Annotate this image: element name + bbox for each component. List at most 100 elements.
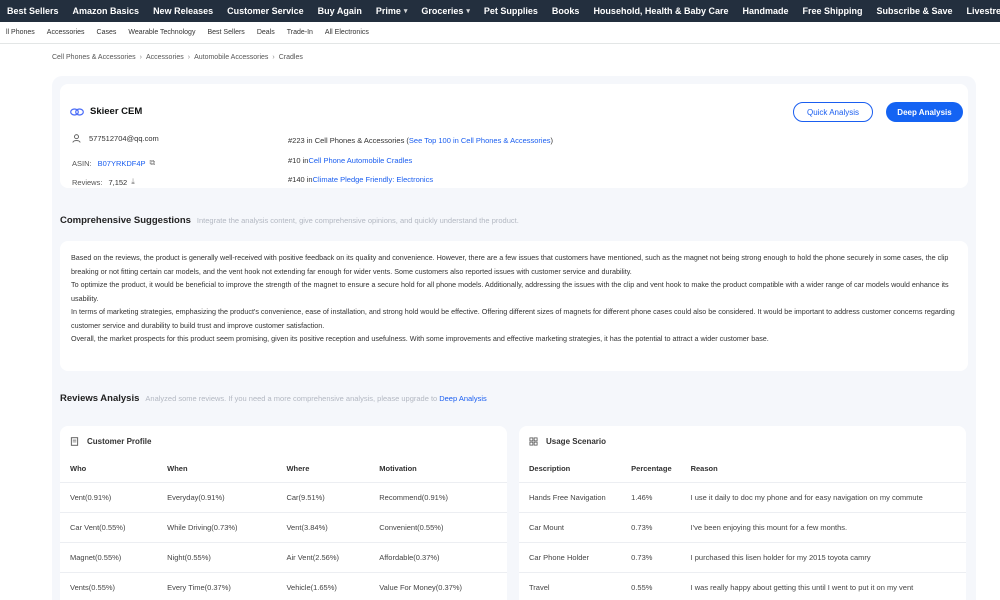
sub-nav-item[interactable]: Deals bbox=[251, 29, 281, 36]
chevron-down-icon: ▾ bbox=[466, 8, 470, 15]
table-cell: 0.73% bbox=[621, 541, 681, 572]
table-cell: Car Mount bbox=[519, 511, 622, 542]
reviews-count: 7,152 bbox=[108, 177, 128, 187]
sub-nav-item[interactable]: All Electronics bbox=[319, 29, 375, 36]
asin-link[interactable]: B07YRKDF4P bbox=[98, 159, 146, 168]
deep-analysis-link[interactable]: Deep Analysis bbox=[439, 394, 487, 403]
breadcrumb-item[interactable]: Cell Phones & Accessories bbox=[52, 54, 136, 61]
breadcrumb-separator: › bbox=[272, 54, 275, 61]
store-name[interactable]: Skieer CEM bbox=[90, 106, 142, 117]
reviews-label: Reviews: bbox=[72, 177, 103, 187]
nav-item-label: Free Shipping bbox=[802, 6, 863, 16]
rank-row-1: #223 in Cell Phones & Accessories ( See … bbox=[288, 136, 553, 145]
table-cell: While Driving(0.73%) bbox=[157, 511, 277, 542]
suggestion-paragraph: Overall, the market prospects for this p… bbox=[71, 334, 769, 343]
store-row: Skieer CEM bbox=[70, 106, 142, 117]
nav-item-label: Prime bbox=[375, 6, 401, 16]
breadcrumb: Cell Phones & Accessories › Accessories › Au… bbox=[52, 54, 303, 61]
reviews-row: Reviews: 7,152 ⤓ bbox=[72, 177, 135, 187]
analysis-panel: Skieer CEM Quick Analysis Deep Analysis … bbox=[52, 76, 976, 600]
column-header: Description bbox=[529, 464, 571, 474]
column-header: When bbox=[167, 464, 188, 474]
nav-item[interactable]: Books bbox=[545, 0, 587, 22]
sub-nav-item[interactable]: Accessories bbox=[41, 29, 91, 36]
deep-analysis-button[interactable]: Deep Analysis bbox=[886, 102, 963, 122]
breadcrumb-separator: › bbox=[139, 54, 142, 61]
sub-nav-item[interactable]: Wearable Technology bbox=[122, 29, 201, 36]
nav-item-label: New Releases bbox=[153, 6, 214, 16]
breadcrumb-item[interactable]: Cradles bbox=[279, 54, 303, 61]
customer-profile-card: Customer Profile Who When Where Motivation … bbox=[60, 426, 507, 600]
nav-item[interactable]: Free Shipping bbox=[795, 0, 869, 22]
chevron-down-icon: ▾ bbox=[403, 8, 408, 15]
table-row: Car Phone Holder 0.73% I purchased this li… bbox=[519, 541, 966, 572]
suggestion-paragraph: Based on the reviews, the product is gen… bbox=[71, 253, 949, 276]
nav-item-label: Livestreams bbox=[966, 6, 1000, 16]
table-row: Car Vent(0.55%) While Driving(0.73%) Vent(… bbox=[60, 511, 507, 542]
table-cell: Travel bbox=[519, 571, 622, 600]
suggestions-title: Comprehensive Suggestions bbox=[60, 215, 191, 226]
nav-item-label: Subscribe & Save bbox=[876, 6, 953, 16]
table-cell: Every Time(0.37%) bbox=[157, 571, 277, 600]
table-header-row: Who When Where Motivation bbox=[60, 456, 507, 482]
product-header-card: Skieer CEM Quick Analysis Deep Analysis … bbox=[60, 84, 968, 188]
quick-analysis-button[interactable]: Quick Analysis bbox=[793, 102, 873, 122]
sub-nav-item[interactable]: Trade-In bbox=[281, 29, 319, 36]
customer-profile-title: Customer Profile bbox=[87, 436, 152, 446]
customer-profile-table: Who When Where Motivation Vent(0.91%) Everyd… bbox=[60, 456, 507, 600]
table-cell: I've been enjoying this mount for a few … bbox=[680, 511, 966, 542]
nav-item[interactable]: New Releases bbox=[146, 0, 220, 22]
table-cell: Night(0.55%) bbox=[157, 541, 277, 572]
column-header: Who bbox=[70, 464, 87, 474]
table-header-row: Description Percentage Reason bbox=[519, 456, 966, 482]
table-cell: 0.73% bbox=[621, 511, 681, 542]
seller-email-row: 577512704@qq.com bbox=[72, 134, 159, 143]
table-cell: I use it daily to doc my phone and for e… bbox=[680, 481, 966, 512]
breadcrumb-item[interactable]: Automobile Accessories bbox=[194, 54, 268, 61]
table-cell: Air Vent(2.56%) bbox=[276, 541, 370, 572]
nav-item-label: Buy Again bbox=[317, 6, 362, 16]
table-cell: Value For Money(0.37%) bbox=[369, 571, 507, 600]
nav-item-label: Groceries bbox=[421, 6, 464, 16]
table-cell: I was really happy about getting this un… bbox=[680, 571, 966, 600]
nav-item[interactable]: Livestreams bbox=[960, 0, 1000, 22]
nav-item[interactable]: Best Sellers bbox=[0, 0, 66, 22]
nav-item[interactable]: Prime ▾ bbox=[369, 0, 415, 22]
nav-item-label: Books bbox=[551, 6, 580, 16]
nav-item[interactable]: Buy Again bbox=[311, 0, 369, 22]
nav-item[interactable]: Groceries ▾ bbox=[414, 0, 477, 22]
rank-1-prefix: #223 in Cell Phones & Accessories ( bbox=[288, 136, 409, 145]
rank-2-link[interactable]: Cell Phone Automobile Cradles bbox=[308, 156, 412, 165]
suggestions-hint: Integrate the analysis content, give com… bbox=[196, 216, 519, 225]
usage-scenario-header: Usage Scenario bbox=[519, 426, 966, 456]
nav-item[interactable]: Pet Supplies bbox=[477, 0, 545, 22]
rank-2-prefix: #10 in bbox=[288, 156, 309, 165]
column-header: Percentage bbox=[631, 464, 672, 474]
table-cell: Car Phone Holder bbox=[519, 541, 622, 572]
table-cell: Vent(0.91%) bbox=[60, 481, 158, 512]
store-icon bbox=[70, 107, 84, 116]
rank-1-link[interactable]: See Top 100 in Cell Phones & Accessories bbox=[409, 136, 551, 145]
nav-item[interactable]: Handmade bbox=[735, 0, 795, 22]
table-row: Travel 0.55% I was really happy about gett… bbox=[519, 571, 966, 600]
copy-icon[interactable]: ⧉ bbox=[150, 158, 156, 168]
reviews-section-title: Reviews Analysis Analyzed some reviews. … bbox=[60, 393, 487, 404]
nav-item[interactable]: Subscribe & Save bbox=[870, 0, 960, 22]
download-icon[interactable]: ⤓ bbox=[131, 177, 135, 187]
sub-nav-item[interactable]: Best Sellers bbox=[201, 29, 250, 36]
sub-nav-item[interactable]: Cases bbox=[91, 29, 123, 36]
nav-item-label: Handmade bbox=[742, 6, 789, 16]
nav-item[interactable]: Household, Health & Baby Care bbox=[586, 0, 735, 22]
table-cell: Vent(3.84%) bbox=[276, 511, 370, 542]
breadcrumb-item[interactable]: Accessories bbox=[146, 54, 184, 61]
table-cell: Hands Free Navigation bbox=[519, 481, 622, 512]
nav-item[interactable]: Customer Service bbox=[220, 0, 311, 22]
table-cell: Car(9.51%) bbox=[276, 481, 370, 512]
nav-item[interactable]: Amazon Basics bbox=[66, 0, 147, 22]
top-nav: Best Sellers Amazon Basics New Releases Cus… bbox=[0, 0, 1000, 22]
table-cell: Magnet(0.55%) bbox=[60, 541, 158, 572]
rank-3-link[interactable]: Climate Pledge Friendly: Electronics bbox=[313, 175, 433, 184]
sub-nav-item[interactable]: ll Phones bbox=[0, 29, 41, 36]
usage-scenario-title: Usage Scenario bbox=[546, 436, 607, 446]
user-icon bbox=[72, 134, 81, 143]
